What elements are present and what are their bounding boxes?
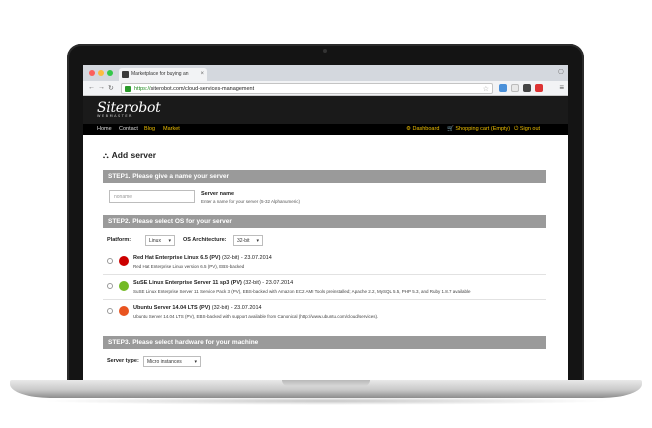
ubuntu-logo-icon xyxy=(119,306,129,316)
main-content: ⛬ Add server STEP1. Please give a name yo… xyxy=(83,146,568,383)
server-type-label: Server type: xyxy=(107,358,139,364)
platform-select[interactable]: Linux ▾ xyxy=(145,235,175,246)
close-tab-icon[interactable]: × xyxy=(200,71,204,77)
server-name-help: Enter a name for your server (5-32 Alpha… xyxy=(201,199,301,204)
sign-out-icon: ⏻ xyxy=(514,126,519,132)
nav-shopping-cart[interactable]: 🛒 Shopping cart (Empty) xyxy=(447,126,510,132)
maximize-window-icon[interactable] xyxy=(107,70,113,76)
bookmark-star-icon[interactable]: ☆ xyxy=(483,85,489,93)
os-divider xyxy=(103,274,546,275)
extension-icon[interactable] xyxy=(511,84,519,92)
user-profile-icon[interactable]: ⎔ xyxy=(558,68,564,76)
laptop-shadow xyxy=(40,397,612,405)
redhat-logo-icon xyxy=(119,256,129,266)
platform-label: Platform: xyxy=(107,237,132,243)
extension-icon[interactable] xyxy=(523,84,531,92)
server-name-input[interactable]: noname xyxy=(109,190,195,203)
nav-sign-out[interactable]: ⏻ Sign out xyxy=(514,126,540,133)
window-controls xyxy=(89,70,113,76)
laptop-screen: Marketplace for buying an × ⎔ ← → ↻ http… xyxy=(83,65,568,383)
url-path: siterobot.com/cloud-services-management xyxy=(150,86,255,92)
nav-home[interactable]: Home xyxy=(97,126,112,132)
browser-menu-icon[interactable]: ≡ xyxy=(559,83,564,92)
os-desc-ubuntu: Ubuntu Server 14.04 LTS (PV), EBS-backed… xyxy=(133,314,379,319)
dashboard-icon: ⚙ xyxy=(406,126,411,132)
site-header: Siterobot WEBMASTER xyxy=(83,96,568,124)
forward-icon[interactable]: → xyxy=(98,84,105,91)
site-logo[interactable]: Siterobot WEBMASTER xyxy=(97,100,161,118)
dashboard-label: Dashboard xyxy=(412,126,440,132)
extension-icon[interactable] xyxy=(535,84,543,92)
os-name: SuSE Linux Enterprise Server 11 sp3 (PV) xyxy=(133,280,242,286)
browser-tab-bar: Marketplace for buying an × ⎔ xyxy=(83,65,568,81)
nav-dashboard[interactable]: ⚙ Dashboard xyxy=(406,126,439,132)
step2-header: STEP2. Please select OS for your server xyxy=(103,215,546,228)
sitemap-icon: ⛬ xyxy=(103,151,109,160)
page-title-text: Add server xyxy=(111,150,157,160)
os-title-suse: SuSE Linux Enterprise Server 11 sp3 (PV)… xyxy=(133,280,293,286)
favicon-icon xyxy=(122,71,129,78)
os-title-redhat: Red Hat Enterprise Linux 6.5 (PV) (32-bi… xyxy=(133,255,272,261)
browser-tab[interactable]: Marketplace for buying an × xyxy=(119,68,207,81)
close-window-icon[interactable] xyxy=(89,70,95,76)
os-title-ubuntu: Ubuntu Server 14.04 LTS (PV) (32-bit) - … xyxy=(133,305,262,311)
os-desc-redhat: Red Hat Enterprise Linux version 6.5 (PV… xyxy=(133,264,245,269)
back-icon[interactable]: ← xyxy=(88,84,95,91)
url-scheme: https:// xyxy=(134,86,151,92)
os-architecture-label: OS Architecture: xyxy=(183,237,227,243)
nav-blog[interactable]: Blog xyxy=(144,126,155,132)
cart-icon: 🛒 xyxy=(447,126,454,132)
suse-logo-icon xyxy=(119,281,129,291)
chevron-down-icon: ▾ xyxy=(194,359,197,365)
os-desc-suse: SuSE Linux Enterprise Server 11 Service … xyxy=(133,289,471,294)
tab-title: Marketplace for buying an xyxy=(131,71,189,77)
step3-header: STEP3. Please select hardware for your m… xyxy=(103,336,546,349)
page-title: ⛬ Add server xyxy=(103,150,156,161)
lock-icon xyxy=(125,86,131,92)
address-bar[interactable]: https://siterobot.com/cloud-services-man… xyxy=(121,83,493,94)
os-radio-redhat[interactable] xyxy=(107,258,113,264)
os-meta: (32-bit) - 23.07.2014 xyxy=(211,305,262,311)
laptop-lid: Marketplace for buying an × ⎔ ← → ↻ http… xyxy=(67,44,584,384)
minimize-window-icon[interactable] xyxy=(98,70,104,76)
server-type-value: Micro instances xyxy=(147,359,182,365)
webcam xyxy=(323,49,327,53)
os-radio-suse[interactable] xyxy=(107,283,113,289)
server-name-label: Server name xyxy=(201,191,235,197)
platform-value: Linux xyxy=(149,238,161,244)
sign-out-label: Sign out xyxy=(519,126,541,132)
extension-icon[interactable] xyxy=(499,84,507,92)
architecture-value: 32-bit xyxy=(237,238,250,244)
os-divider xyxy=(103,299,546,300)
laptop-mockup: Marketplace for buying an × ⎔ ← → ↻ http… xyxy=(0,0,652,428)
nav-contact[interactable]: Contact xyxy=(119,126,138,132)
os-radio-ubuntu[interactable] xyxy=(107,308,113,314)
nav-market[interactable]: Market xyxy=(163,126,180,132)
os-meta: (32-bit) - 23.07.2014 xyxy=(221,255,272,261)
reload-icon[interactable]: ↻ xyxy=(108,84,114,92)
browser-toolbar: ← → ↻ https://siterobot.com/cloud-servic… xyxy=(83,81,568,96)
os-meta: (32-bit) - 23.07.2014 xyxy=(243,280,294,286)
chevron-down-icon: ▾ xyxy=(168,238,171,244)
site-nav: Home Contact Blog Market ⚙ Dashboard 🛒 S… xyxy=(83,124,568,135)
laptop-opening-notch xyxy=(282,380,370,386)
os-architecture-select[interactable]: 32-bit ▾ xyxy=(233,235,263,246)
cart-label: Shopping cart (Empty) xyxy=(455,126,511,132)
step1-header: STEP1. Please give a name your server xyxy=(103,170,546,183)
server-type-select[interactable]: Micro instances ▾ xyxy=(143,356,201,367)
chevron-down-icon: ▾ xyxy=(256,238,259,244)
os-name: Ubuntu Server 14.04 LTS (PV) xyxy=(133,305,211,311)
os-name: Red Hat Enterprise Linux 6.5 (PV) xyxy=(133,255,221,261)
